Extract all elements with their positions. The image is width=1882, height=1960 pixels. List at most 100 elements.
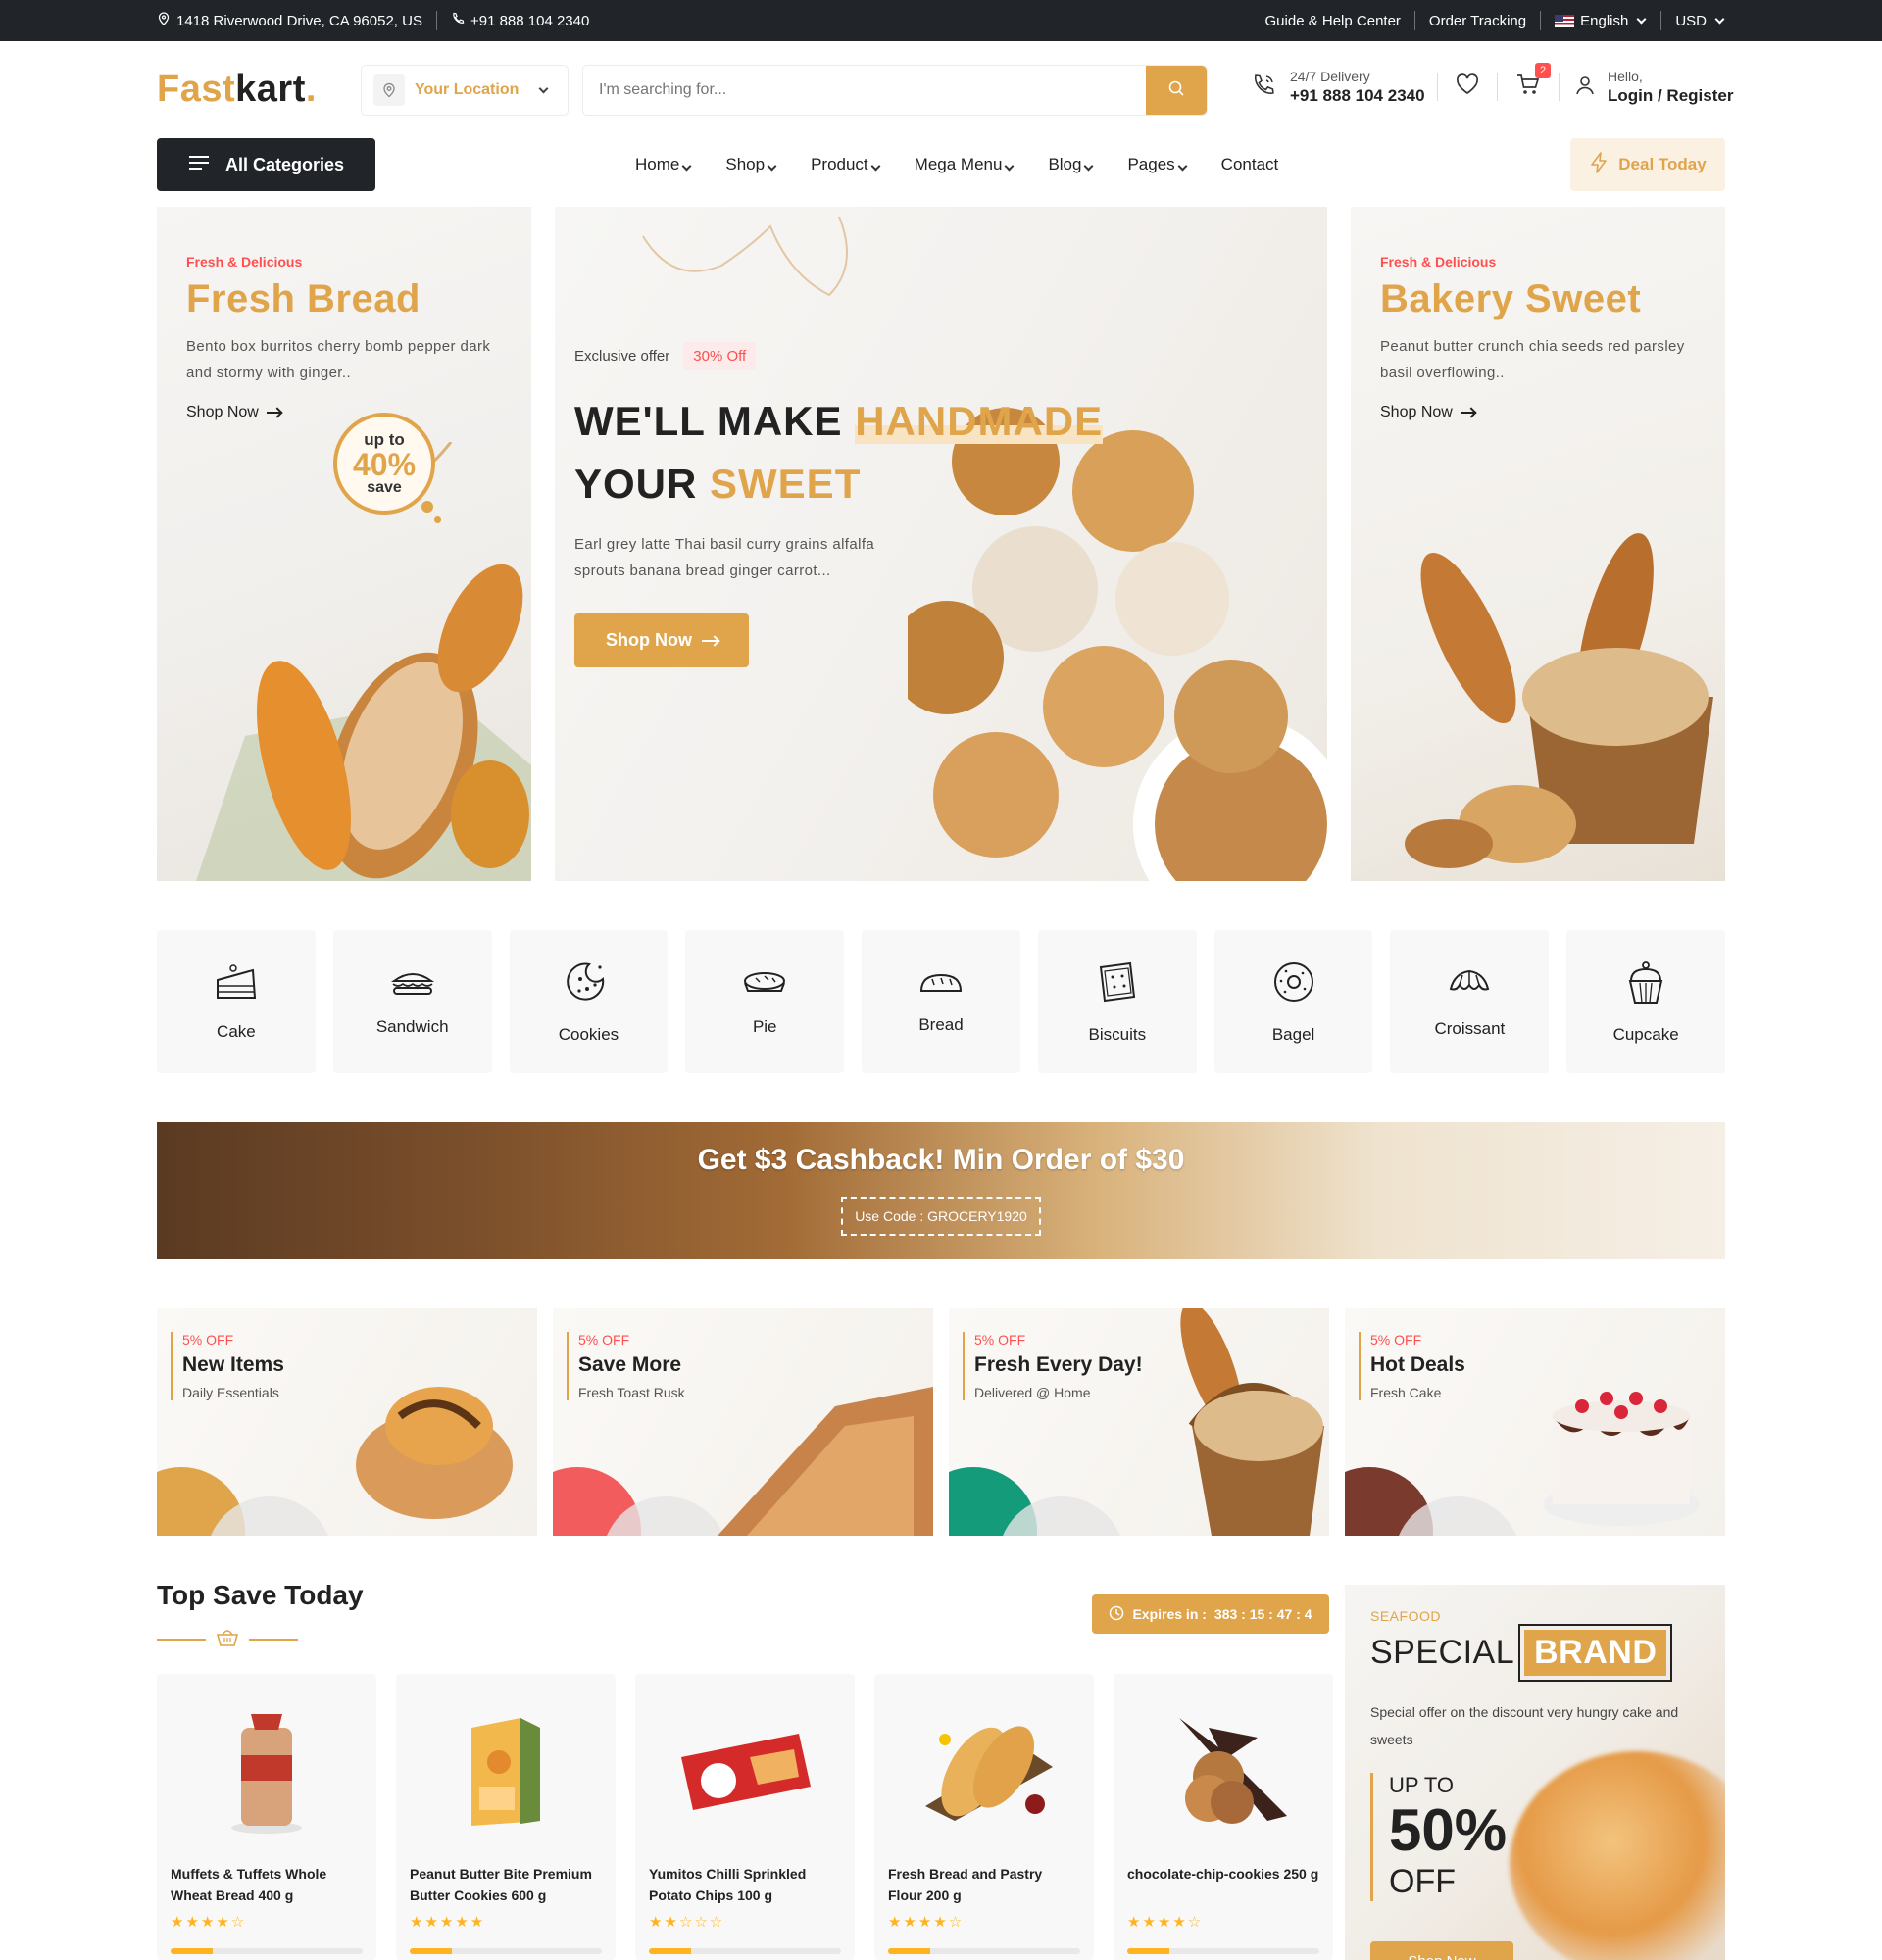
language-select[interactable]: English bbox=[1555, 13, 1647, 29]
cashback-title: Get $3 Cashback! Min Order of $30 bbox=[697, 1144, 1185, 1176]
deal-today-button[interactable]: Deal Today bbox=[1570, 138, 1725, 191]
cookie-icon bbox=[566, 959, 611, 1009]
account-link[interactable]: Hello, Login / Register bbox=[1574, 69, 1733, 106]
hero-banner-fresh-bread[interactable]: Fresh & Delicious Fresh Bread Bento box … bbox=[157, 207, 531, 881]
rating-stars: ★★★★★ bbox=[410, 1914, 486, 1931]
us-flag-icon bbox=[1555, 14, 1575, 27]
biscuit-icon bbox=[1095, 959, 1140, 1009]
cart-button[interactable]: 2 bbox=[1515, 63, 1551, 101]
rating-stars: ★★★★☆ bbox=[171, 1914, 247, 1931]
bread-basket-illustration bbox=[196, 442, 531, 881]
croissant-icon bbox=[1447, 965, 1492, 1004]
main-nav: Home Shop Product Mega Menu Blog Pages C… bbox=[635, 138, 1278, 191]
product-card[interactable]: Peanut Butter Bite Premium Butter Cookie… bbox=[396, 1674, 616, 1960]
special-description: Special offer on the discount very hungr… bbox=[1370, 1704, 1679, 1747]
category-pie[interactable]: Pie bbox=[685, 930, 845, 1073]
order-tracking-link[interactable]: Order Tracking bbox=[1429, 13, 1526, 29]
category-cake[interactable]: Cake bbox=[157, 930, 316, 1073]
product-image bbox=[635, 1674, 855, 1870]
location-pin-icon bbox=[373, 74, 405, 106]
hero-banner-main: Exclusive offer 30% Off WE'LL MAKE HANDM… bbox=[555, 207, 1327, 881]
cake-illustration bbox=[1543, 1392, 1700, 1526]
countdown-timer: Expires in : 383 : 15 : 47 : 4 bbox=[1092, 1594, 1329, 1634]
product-card[interactable]: Yumitos Chilli Sprinkled Potato Chips 10… bbox=[635, 1674, 855, 1960]
guide-link[interactable]: Guide & Help Center bbox=[1265, 13, 1401, 29]
promo-card[interactable]: 5% OFF New Items Daily Essentials bbox=[157, 1308, 537, 1536]
bread-icon bbox=[918, 969, 964, 1000]
lightning-icon bbox=[1589, 151, 1609, 178]
hero-eyebrow: Fresh & Delicious bbox=[186, 254, 303, 270]
product-image bbox=[396, 1674, 616, 1870]
address: 1418 Riverwood Drive, CA 96052, US bbox=[157, 12, 422, 29]
phone-call-icon bbox=[1251, 73, 1276, 103]
exclusive-offer: Exclusive offer 30% Off bbox=[574, 342, 1103, 370]
shop-now-button[interactable]: Shop Now bbox=[574, 613, 749, 667]
title-divider bbox=[157, 1627, 298, 1651]
chevron-down-icon bbox=[1714, 14, 1725, 24]
search-button[interactable] bbox=[1146, 66, 1207, 115]
cake-icon bbox=[214, 962, 259, 1006]
category-cupcake[interactable]: Cupcake bbox=[1566, 930, 1726, 1073]
sandwich-icon bbox=[390, 967, 435, 1002]
top-bar: 1418 Riverwood Drive, CA 96052, US +91 8… bbox=[0, 0, 1882, 41]
nav-item-mega-menu[interactable]: Mega Menu bbox=[915, 155, 1015, 174]
product-image bbox=[1114, 1674, 1333, 1870]
phone[interactable]: +91 888 104 2340 bbox=[451, 12, 589, 29]
chevron-down-icon bbox=[767, 161, 777, 172]
product-card[interactable]: Fresh Bread and Pastry Flour 200 g ★★★★☆ bbox=[874, 1674, 1094, 1960]
all-categories-button[interactable]: All Categories bbox=[157, 138, 375, 191]
pie-icon bbox=[742, 967, 787, 1002]
pastry-illustration bbox=[356, 1387, 513, 1519]
promo-card[interactable]: 5% OFF Hot Deals Fresh Cake bbox=[1345, 1308, 1725, 1536]
category-biscuits[interactable]: Biscuits bbox=[1037, 930, 1197, 1073]
chevron-down-icon bbox=[1004, 161, 1015, 172]
phone-icon bbox=[451, 12, 465, 29]
category-croissant[interactable]: Croissant bbox=[1390, 930, 1550, 1073]
bread-basket-illustration bbox=[1180, 1308, 1324, 1536]
toast-illustration bbox=[718, 1387, 933, 1536]
chevron-down-icon bbox=[870, 161, 881, 172]
category-sandwich[interactable]: Sandwich bbox=[332, 930, 492, 1073]
cart-count-badge: 2 bbox=[1535, 63, 1551, 78]
product-card[interactable]: chocolate-chip-cookies 250 g ★★★★☆ bbox=[1114, 1674, 1333, 1960]
nav-item-pages[interactable]: Pages bbox=[1127, 155, 1188, 174]
special-brand-banner[interactable]: SEAFOOD SPECIAL BRAND Special offer on t… bbox=[1345, 1585, 1725, 1960]
product-card[interactable]: Muffets & Tuffets Whole Wheat Bread 400 … bbox=[157, 1674, 376, 1960]
cashback-banner[interactable]: Get $3 Cashback! Min Order of $30 Use Co… bbox=[157, 1122, 1725, 1259]
section-title: Top Save Today bbox=[157, 1580, 364, 1610]
shop-now-link[interactable]: Shop Now bbox=[186, 404, 490, 421]
currency-select[interactable]: USD bbox=[1675, 13, 1725, 29]
nav-item-contact[interactable]: Contact bbox=[1221, 155, 1279, 174]
shop-now-link[interactable]: Shop Now bbox=[1380, 404, 1685, 421]
arrow-right-icon bbox=[266, 412, 280, 414]
save-badge: up to 40% save bbox=[333, 413, 435, 514]
hero-title: Fresh Bread bbox=[186, 277, 421, 320]
coupon-code: Use Code : GROCERY1920 bbox=[841, 1197, 1041, 1236]
promo-card[interactable]: 5% OFF Save More Fresh Toast Rusk bbox=[553, 1308, 933, 1536]
wishlist-heart-icon[interactable] bbox=[1456, 74, 1479, 100]
promo-card[interactable]: 5% OFF Fresh Every Day! Delivered @ Home bbox=[949, 1308, 1329, 1536]
special-eyebrow: SEAFOOD bbox=[1370, 1608, 1441, 1624]
shop-now-button[interactable]: Shop Now bbox=[1370, 1941, 1513, 1960]
nav-item-product[interactable]: Product bbox=[811, 155, 881, 174]
nav-item-home[interactable]: Home bbox=[635, 155, 692, 174]
category-bagel[interactable]: Bagel bbox=[1213, 930, 1373, 1073]
nav-item-blog[interactable]: Blog bbox=[1048, 155, 1094, 174]
product-row: Muffets & Tuffets Whole Wheat Bread 400 … bbox=[157, 1674, 1333, 1960]
search-input[interactable] bbox=[583, 66, 1132, 115]
hero-description: Bento box burritos cherry bomb pepper da… bbox=[186, 338, 491, 381]
bagel-icon bbox=[1271, 959, 1316, 1009]
hero-banner-bakery-sweet[interactable]: Fresh & Delicious Bakery Sweet Peanut bu… bbox=[1351, 207, 1725, 881]
nav-item-shop[interactable]: Shop bbox=[725, 155, 777, 174]
sold-progress bbox=[649, 1948, 841, 1954]
logo[interactable]: Fastkart. bbox=[157, 69, 317, 111]
promo-cards: 5% OFF New Items Daily Essentials 5% OFF… bbox=[157, 1308, 1725, 1536]
search-bar bbox=[582, 65, 1208, 116]
location-selector[interactable]: Your Location bbox=[361, 65, 569, 116]
rating-stars: ★★☆☆☆ bbox=[649, 1914, 725, 1931]
category-cookies[interactable]: Cookies bbox=[509, 930, 669, 1073]
category-bread[interactable]: Bread bbox=[862, 930, 1020, 1073]
special-title: SPECIAL BRAND bbox=[1370, 1624, 1673, 1682]
rating-stars: ★★★★☆ bbox=[888, 1914, 965, 1931]
map-pin-icon bbox=[157, 12, 171, 29]
